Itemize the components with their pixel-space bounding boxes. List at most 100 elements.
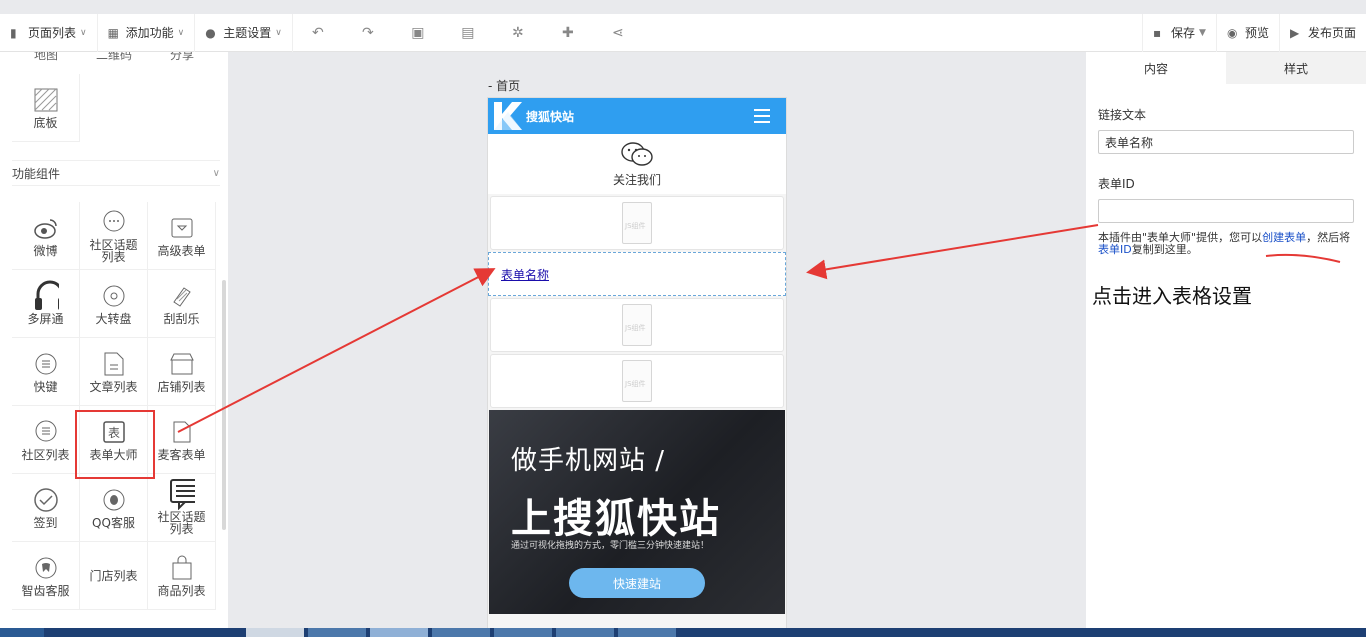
add-feature-label: 添加功能 <box>125 26 174 40</box>
component-label: 签到 <box>33 515 58 530</box>
js-label: JS组件 <box>625 324 646 332</box>
component-item[interactable]: 麦客表单 <box>148 406 216 474</box>
theme-settings-label: 主题设置 <box>223 26 272 40</box>
left-scrollbar[interactable] <box>222 280 226 530</box>
component-item[interactable]: 签到 <box>12 474 80 542</box>
taskbar-app[interactable] <box>370 628 428 637</box>
taskbar-app[interactable] <box>618 628 676 637</box>
redo-icon[interactable]: ↷ <box>343 14 393 52</box>
os-taskbar <box>0 628 1366 637</box>
undo-icon[interactable]: ↶ <box>293 14 343 52</box>
properties-panel: 内容 样式 链接文本 表单ID 本插件由"表单大师"提供，您可以创建表单，然后将… <box>1086 52 1366 637</box>
component-label: QQ客服 <box>92 515 135 530</box>
component-item[interactable]: 社区话题列表 <box>80 202 148 270</box>
component-item[interactable]: 高级表单 <box>148 202 216 270</box>
component-item[interactable]: 文章列表 <box>80 338 148 406</box>
form-id-label: 表单ID <box>1098 177 1135 191</box>
component-item[interactable]: 刮刮乐 <box>148 270 216 338</box>
plugin-icon[interactable]: ✚ <box>543 14 593 52</box>
phone-preview: 搜狐快站 关注我们 JS组件 表单名称 JS组件 JS组件 做手机网站 / 上搜… <box>487 97 787 637</box>
site-title: 搜狐快站 <box>526 109 575 124</box>
add-feature-menu[interactable]: ▦ 添加功能 ∨ <box>98 13 196 52</box>
gear-icon[interactable]: ✲ <box>493 14 543 52</box>
create-form-link[interactable]: 创建表单 <box>1262 231 1306 244</box>
component-label: 门店列表 <box>89 568 138 583</box>
component-map[interactable]: 地图 <box>12 52 80 72</box>
follow-label: 关注我们 <box>612 172 661 187</box>
hint-middle: ，然后将 <box>1306 231 1351 244</box>
component-label: 底板 <box>33 115 58 130</box>
component-item[interactable]: QQ客服 <box>80 474 148 542</box>
publish-button[interactable]: ▶ 发布页面 <box>1278 13 1366 52</box>
tab-style[interactable]: 样式 <box>1226 52 1366 84</box>
preview-button[interactable]: ◉ 预览 <box>1215 13 1279 52</box>
form-link-component[interactable]: 表单名称 <box>488 252 786 296</box>
component-item[interactable]: 大转盘 <box>80 270 148 338</box>
taskbar-app[interactable] <box>432 628 490 637</box>
component-qrcode[interactable]: 二维码 <box>80 52 148 72</box>
taskbar-app[interactable] <box>556 628 614 637</box>
component-item[interactable]: 社区列表 <box>12 406 80 474</box>
share-icon[interactable]: ⋖ <box>593 14 643 52</box>
theme-settings-menu[interactable]: ● 主题设置 ∨ <box>195 13 293 52</box>
form-link-text[interactable]: 表单名称 <box>501 266 549 283</box>
taskbar-app[interactable] <box>494 628 552 637</box>
component-item[interactable]: 快键 <box>12 338 80 406</box>
page-label: - 首页 <box>488 79 521 93</box>
store-icon <box>169 351 195 377</box>
component-panel: 地图 二维码 分享 底板 功能组件 ∨ 微博 社区话题列表 高级表单 多屏通 大转盘 刮刮… <box>0 52 228 637</box>
save-button[interactable]: ▪ 保存 ▼ <box>1142 13 1216 52</box>
tab-content[interactable]: 内容 <box>1086 52 1226 84</box>
taskbar-app[interactable] <box>308 628 366 637</box>
component-item[interactable]: 多屏通 <box>12 270 80 338</box>
preview-label: 预览 <box>1244 26 1269 40</box>
js-label: JS组件 <box>625 222 646 230</box>
qq-icon <box>101 487 127 513</box>
js-component[interactable]: JS组件 <box>490 196 784 250</box>
texture-icon <box>33 87 59 113</box>
start-button[interactable] <box>0 628 44 637</box>
component-item[interactable]: 微博 <box>12 202 80 270</box>
component-label: 麦客表单 <box>157 447 206 462</box>
play-icon: ▶ <box>1289 25 1300 40</box>
component-item[interactable]: 商品列表 <box>148 542 216 610</box>
link-text-input[interactable] <box>1098 130 1354 154</box>
js-label: JS组件 <box>625 380 646 388</box>
component-label: 店铺列表 <box>157 379 206 394</box>
component-share[interactable]: 分享 <box>148 52 216 72</box>
section-feature-components[interactable]: 功能组件 ∨ <box>12 160 220 186</box>
follow-us-block[interactable]: 关注我们 <box>488 134 786 194</box>
component-label: 智齿客服 <box>21 583 70 598</box>
check-circle-icon <box>33 487 59 513</box>
grid-icon: ▦ <box>107 25 119 40</box>
top-toolbar: ▮ 页面列表 ∨ ▦ 添加功能 ∨ ● 主题设置 ∨ ↶ ↷ ▣ ▤ ✲ ✚ ⋖… <box>0 13 1366 52</box>
component-item[interactable]: 社区话题列表 <box>148 474 216 542</box>
document-icon <box>101 351 127 377</box>
chevron-down-icon: ∨ <box>80 27 87 38</box>
caret-down-icon: ▼ <box>1199 27 1206 38</box>
wechat-icon <box>621 141 653 166</box>
quick-build-button[interactable]: 快速建站 <box>569 568 705 598</box>
palette-icon: ● <box>205 25 216 40</box>
copy-icon[interactable]: ▣ <box>393 14 443 52</box>
component-item[interactable]: 门店列表 <box>80 542 148 610</box>
component-label: 微博 <box>33 243 58 258</box>
phone-header: 搜狐快站 <box>488 98 786 134</box>
taskbar-app-browser[interactable] <box>246 628 304 637</box>
js-component[interactable]: JS组件 <box>490 298 784 352</box>
hamburger-menu-icon[interactable] <box>754 109 770 123</box>
wheel-icon <box>101 283 127 309</box>
component-item[interactable]: 智齿客服 <box>12 542 80 610</box>
js-document-icon: JS组件 <box>622 202 652 244</box>
community-icon <box>33 419 59 445</box>
component-item[interactable]: 店铺列表 <box>148 338 216 406</box>
component-label: 社区话题列表 <box>89 237 138 264</box>
js-component[interactable]: JS组件 <box>490 354 784 408</box>
topic-list-icon <box>169 478 195 510</box>
js-document-icon: JS组件 <box>622 360 652 402</box>
component-label: 多屏通 <box>27 311 64 326</box>
component-base-board[interactable]: 底板 <box>12 74 80 142</box>
page-list-menu[interactable]: ▮ 页面列表 ∨ <box>0 13 98 52</box>
form-id-input[interactable] <box>1098 199 1354 223</box>
duplicate-icon[interactable]: ▤ <box>443 14 493 52</box>
